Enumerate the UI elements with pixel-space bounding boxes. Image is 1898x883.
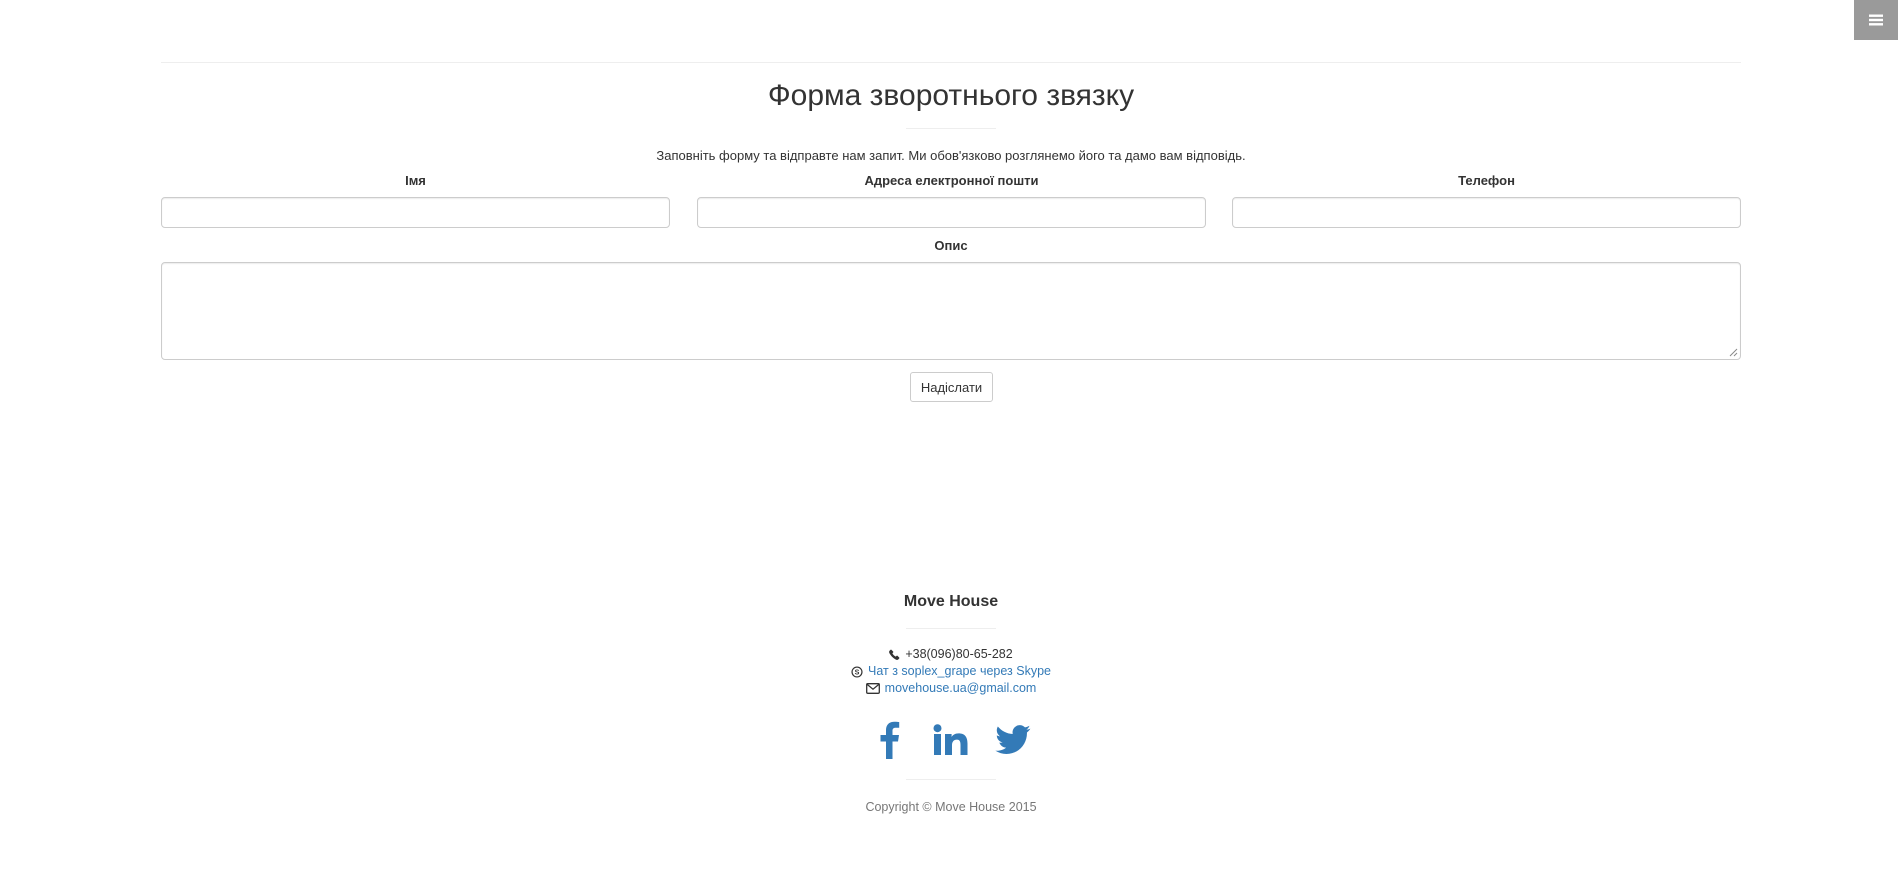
social-links [161,720,1741,760]
hamburger-icon [1869,14,1883,26]
linkedin-icon [933,724,968,755]
name-input[interactable] [161,197,670,228]
phone-label: Телефон [1458,173,1515,188]
envelope-icon [865,683,880,694]
title-divider [906,128,996,129]
email-link[interactable]: movehouse.ua@gmail.com [885,680,1037,697]
menu-toggle-button[interactable] [1854,0,1898,40]
name-field-group: Імя [161,172,670,228]
skype-icon: S [851,665,863,678]
phone-contact: +38(096)80-65-282 [161,646,1741,663]
email-field-group: Адреса електронної пошти [697,172,1206,228]
form-intro: Заповніть форму та відправте нам запит. … [656,148,1246,163]
name-label: Імя [405,173,426,188]
description-label: Опис [934,238,968,253]
twitter-link[interactable] [994,720,1032,760]
facebook-icon [880,721,900,759]
copyright-text: Copyright © Move House 2015 [865,800,1037,814]
email-input[interactable] [697,197,1206,228]
phone-field-group: Телефон [1232,172,1741,228]
facebook-link[interactable] [870,720,908,760]
section-divider [161,62,1741,63]
footer-brand: Move House [903,593,999,610]
description-field-group: Опис [161,237,1741,360]
email-contact: movehouse.ua@gmail.com [161,680,1741,697]
description-textarea[interactable] [161,262,1741,360]
email-label: Адреса електронної пошти [864,173,1039,188]
phone-icon [889,649,900,660]
phone-input[interactable] [1232,197,1741,228]
skype-contact: S Чат з soplex_grape через Skype [161,663,1741,680]
skype-link[interactable]: Чат з soplex_grape через Skype [868,663,1051,680]
submit-button[interactable]: Надіслати [910,372,993,402]
linkedin-link[interactable] [932,720,970,760]
svg-text:S: S [855,668,860,676]
phone-number: +38(096)80-65-282 [905,647,1013,661]
footer-divider-bottom [906,779,996,780]
page-title: Форма зворотнього звязку [767,79,1135,112]
resize-grip-icon[interactable] [1729,348,1738,357]
twitter-icon [995,725,1031,754]
footer-divider [906,628,996,629]
